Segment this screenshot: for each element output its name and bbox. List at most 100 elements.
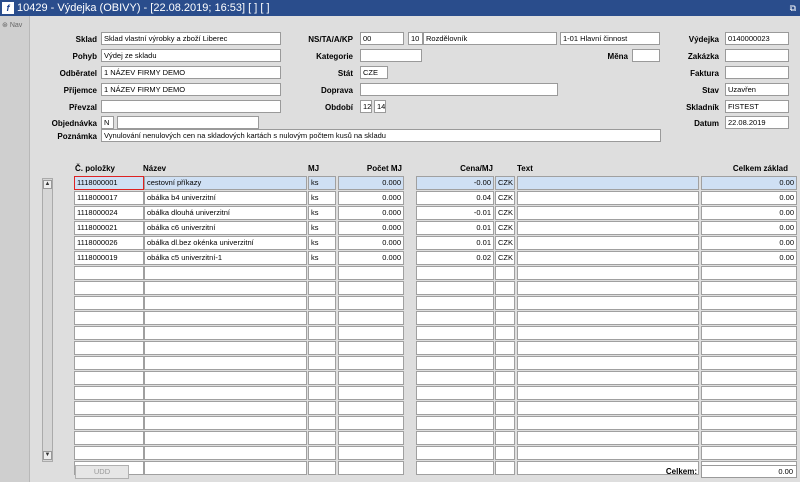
pohyb-field[interactable]: Výdej ze skladu — [101, 49, 281, 62]
cell-cislo[interactable] — [74, 281, 144, 295]
cell-mj[interactable] — [308, 311, 336, 325]
cell-cena[interactable] — [416, 461, 494, 475]
cell-celkem[interactable] — [701, 281, 797, 295]
cell-mj[interactable] — [308, 266, 336, 280]
doprava-field[interactable] — [360, 83, 558, 96]
cell-cena[interactable] — [416, 356, 494, 370]
cell-cena[interactable]: -0.01 — [416, 206, 494, 220]
cell-pocet[interactable] — [338, 401, 404, 415]
cell-mj[interactable] — [308, 461, 336, 475]
cell-pocet[interactable] — [338, 461, 404, 475]
cell-mena[interactable]: CZK — [495, 221, 515, 235]
cell-mj[interactable] — [308, 446, 336, 460]
cell-cislo[interactable] — [74, 326, 144, 340]
cell-text[interactable] — [517, 191, 699, 205]
cell-pocet[interactable]: 0.000 — [338, 221, 404, 235]
cell-nazev[interactable] — [144, 326, 307, 340]
cell-cislo[interactable]: 1118000026 — [74, 236, 144, 250]
cell-mena[interactable] — [495, 326, 515, 340]
cell-cena[interactable] — [416, 266, 494, 280]
cell-celkem[interactable]: 0.00 — [701, 221, 797, 235]
cell-nazev[interactable]: obálka b4 univerzitní — [144, 191, 307, 205]
cell-mena[interactable] — [495, 401, 515, 415]
cell-nazev[interactable] — [144, 461, 307, 475]
vydejka-field[interactable]: 0140000023 — [725, 32, 789, 45]
cell-mj[interactable]: ks — [308, 236, 336, 250]
cell-cislo[interactable] — [74, 446, 144, 460]
poznamka-field[interactable]: Vynulování nenulových cen na skladových … — [101, 129, 661, 142]
cell-cislo[interactable] — [74, 371, 144, 385]
cell-text[interactable] — [517, 416, 699, 430]
cell-cislo[interactable]: 1118000021 — [74, 221, 144, 235]
cell-mj[interactable] — [308, 386, 336, 400]
cell-cena[interactable] — [416, 371, 494, 385]
cell-nazev[interactable] — [144, 416, 307, 430]
cell-cislo[interactable] — [74, 266, 144, 280]
grid-scrollbar[interactable]: ▲ ▼ — [42, 178, 53, 462]
cell-text[interactable] — [517, 356, 699, 370]
cell-mena[interactable] — [495, 446, 515, 460]
cell-mena[interactable]: CZK — [495, 236, 515, 250]
cell-nazev[interactable]: obálka c6 univerzitní — [144, 221, 307, 235]
cell-mena[interactable]: CZK — [495, 191, 515, 205]
cell-cislo[interactable] — [74, 386, 144, 400]
stat-field[interactable]: CZE — [360, 66, 388, 79]
mena-field[interactable] — [632, 49, 660, 62]
cell-mena[interactable]: CZK — [495, 176, 515, 190]
cell-mena[interactable] — [495, 356, 515, 370]
cell-nazev[interactable] — [144, 386, 307, 400]
cell-celkem[interactable] — [701, 401, 797, 415]
nstakp-ns-field[interactable]: 00 — [360, 32, 404, 45]
cell-mena[interactable] — [495, 431, 515, 445]
cell-text[interactable] — [517, 281, 699, 295]
cell-cislo[interactable]: 1118000001 — [74, 176, 144, 190]
cell-pocet[interactable]: 0.000 — [338, 191, 404, 205]
nstakp-a-field[interactable]: Rozdělovník — [423, 32, 557, 45]
cell-mj[interactable]: ks — [308, 191, 336, 205]
cell-celkem[interactable] — [701, 356, 797, 370]
cell-celkem[interactable] — [701, 326, 797, 340]
cell-cislo[interactable] — [74, 296, 144, 310]
cell-mj[interactable]: ks — [308, 221, 336, 235]
restore-window-icon[interactable]: ⧉ — [790, 0, 796, 16]
cell-cena[interactable] — [416, 446, 494, 460]
cell-text[interactable] — [517, 401, 699, 415]
scroll-up-icon[interactable]: ▲ — [43, 180, 52, 189]
cell-cena[interactable]: 0.04 — [416, 191, 494, 205]
cell-text[interactable] — [517, 176, 699, 190]
cell-text[interactable] — [517, 431, 699, 445]
cell-pocet[interactable] — [338, 386, 404, 400]
cell-cena[interactable] — [416, 431, 494, 445]
cell-mj[interactable]: ks — [308, 206, 336, 220]
cell-nazev[interactable] — [144, 431, 307, 445]
nstakp-kp-field[interactable]: 1-01 Hlavní činnost — [560, 32, 660, 45]
cell-celkem[interactable]: 0.00 — [701, 236, 797, 250]
column-header-celkem[interactable]: Celkem základ — [701, 164, 788, 173]
nav-toggle[interactable]: ⊛ Nav — [2, 21, 22, 29]
cell-cena[interactable]: -0.00 — [416, 176, 494, 190]
cell-text[interactable] — [517, 221, 699, 235]
cell-cena[interactable] — [416, 311, 494, 325]
cell-nazev[interactable]: obálka dlouhá univerzitní — [144, 206, 307, 220]
cell-pocet[interactable]: 0.000 — [338, 251, 404, 265]
cell-mj[interactable] — [308, 296, 336, 310]
cell-text[interactable] — [517, 206, 699, 220]
cell-mena[interactable] — [495, 266, 515, 280]
cell-cena[interactable]: 0.01 — [416, 236, 494, 250]
cell-pocet[interactable] — [338, 266, 404, 280]
cell-mena[interactable] — [495, 281, 515, 295]
cell-celkem[interactable]: 0.00 — [701, 176, 797, 190]
cell-pocet[interactable] — [338, 311, 404, 325]
cell-cena[interactable]: 0.02 — [416, 251, 494, 265]
cell-celkem[interactable] — [701, 446, 797, 460]
cell-celkem[interactable]: 0.00 — [701, 191, 797, 205]
column-header-cena[interactable]: Cena/MJ — [416, 164, 493, 173]
cell-pocet[interactable] — [338, 446, 404, 460]
cell-text[interactable] — [517, 236, 699, 250]
cell-pocet[interactable] — [338, 281, 404, 295]
cell-cena[interactable]: 0.01 — [416, 221, 494, 235]
cell-text[interactable] — [517, 296, 699, 310]
cell-pocet[interactable]: 0.000 — [338, 236, 404, 250]
cell-mj[interactable] — [308, 416, 336, 430]
cell-mj[interactable] — [308, 281, 336, 295]
